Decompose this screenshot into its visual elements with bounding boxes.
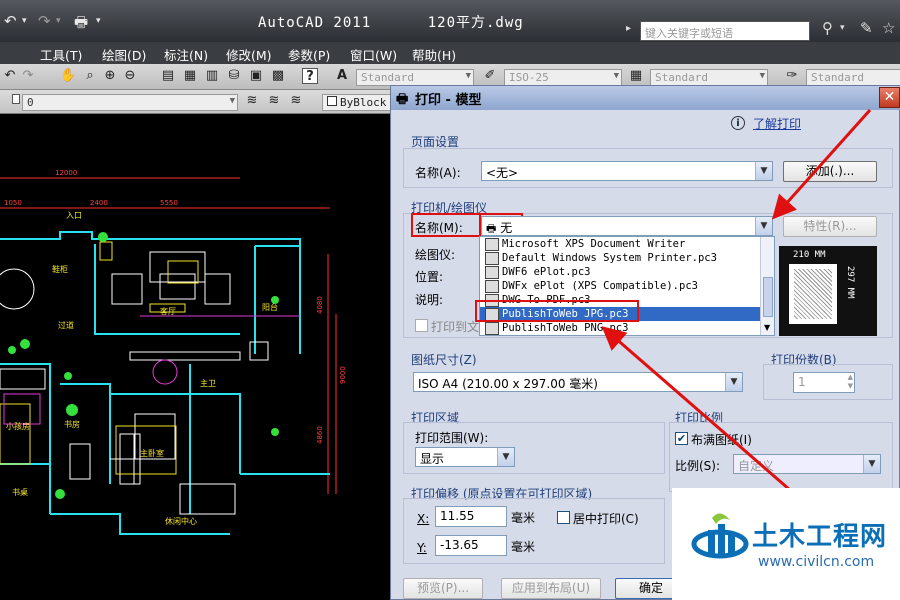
watermark-title: 土木工程网 — [752, 522, 888, 552]
arrow-to-option — [601, 326, 791, 492]
civilcn-logo-icon — [691, 513, 749, 559]
arrow-to-dropdown — [771, 108, 872, 220]
watermark: 土木工程网 www.civilcn.com — [672, 488, 900, 600]
watermark-url: www.civilcn.com — [758, 554, 875, 570]
